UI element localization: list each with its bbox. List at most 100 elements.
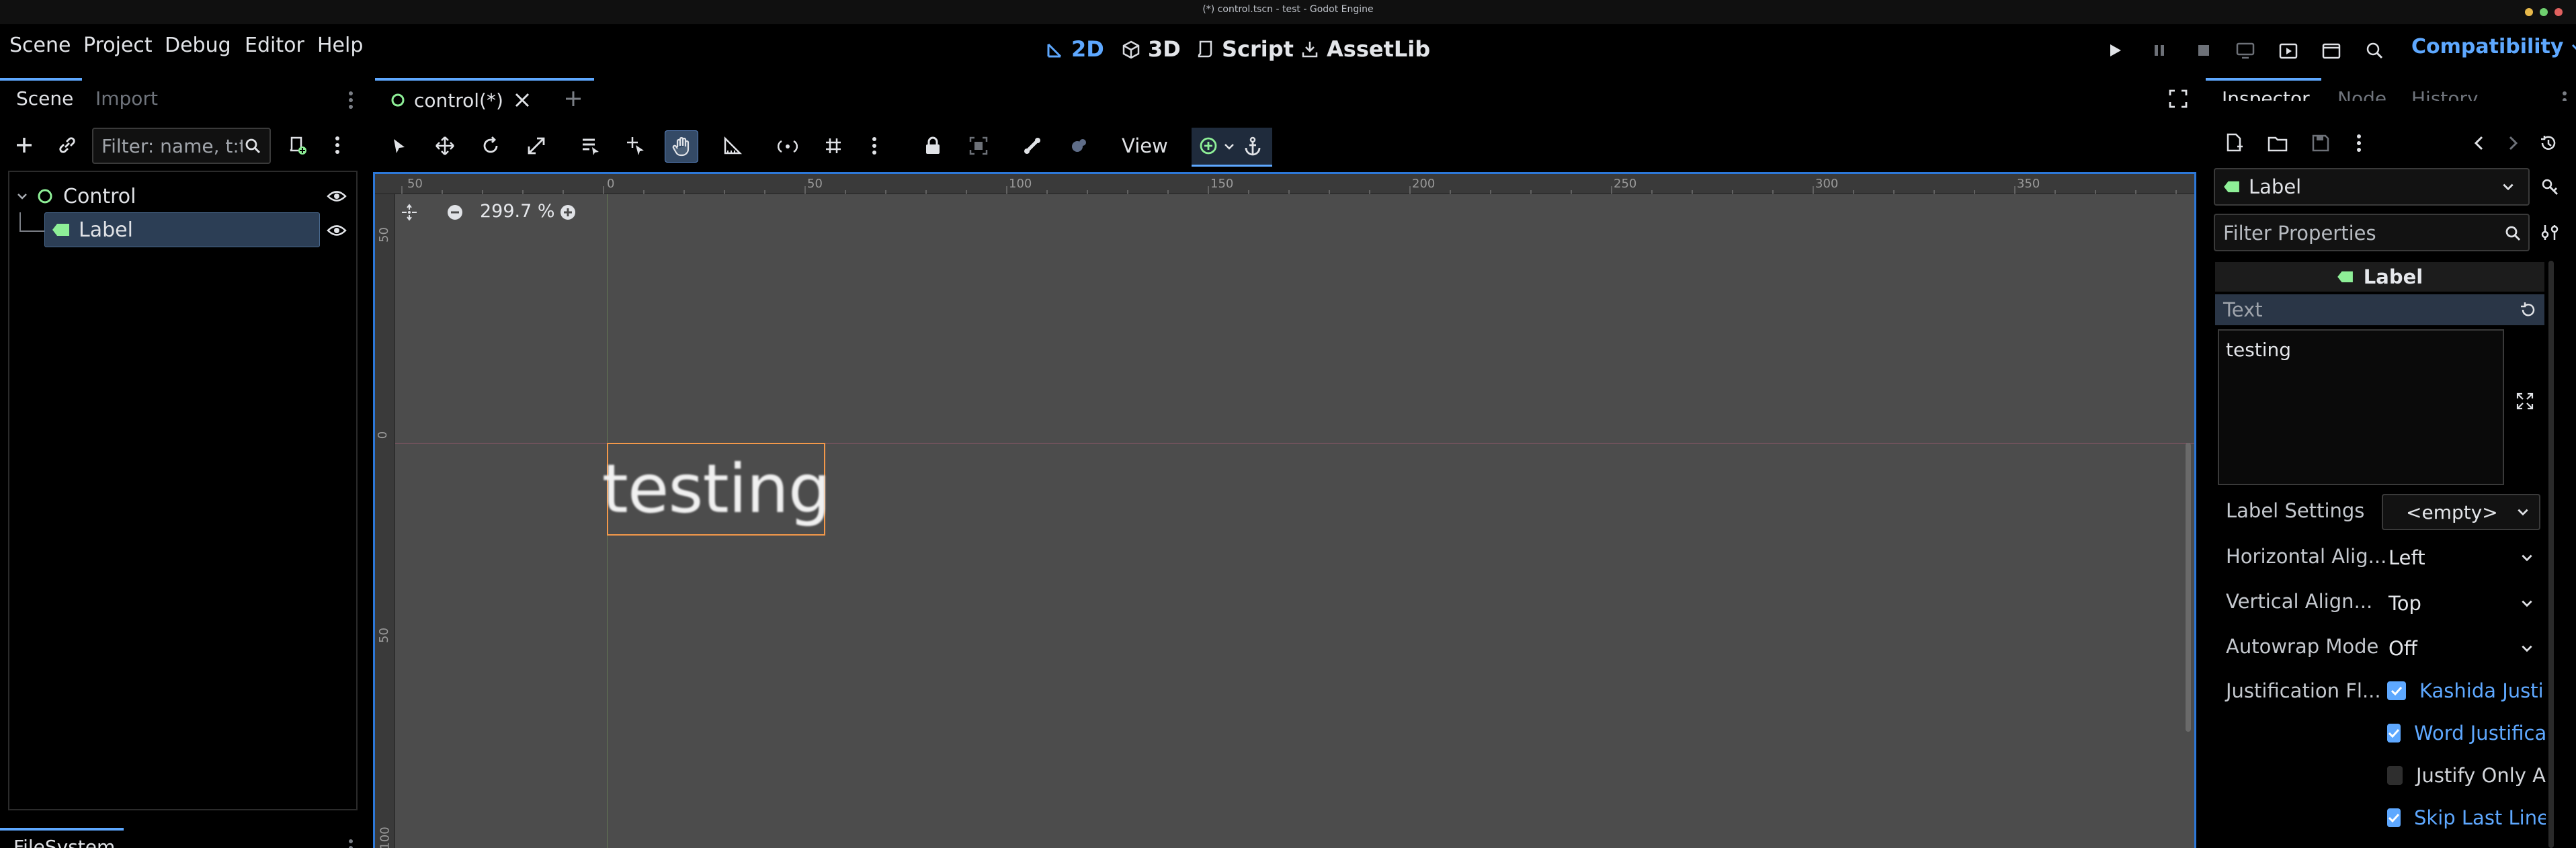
- tree-item-label[interactable]: Label: [44, 212, 320, 247]
- label-node-preview[interactable]: testing: [602, 443, 831, 536]
- section-header-label[interactable]: Label: [2215, 262, 2544, 292]
- renderer-selector[interactable]: Compatibility: [2411, 35, 2576, 58]
- resource-menu-icon[interactable]: [2352, 132, 2366, 155]
- menu-editor[interactable]: Editor: [245, 34, 304, 57]
- minimize-button[interactable]: [2525, 8, 2533, 16]
- attach-script-icon[interactable]: [285, 133, 309, 157]
- chevron-down-icon: [2522, 600, 2532, 607]
- snap-options-icon[interactable]: [868, 134, 881, 157]
- scale-mode-icon[interactable]: [525, 134, 548, 157]
- grid-snap-icon[interactable]: [822, 134, 845, 157]
- new-tab-icon[interactable]: [562, 87, 585, 110]
- center-view-icon[interactable]: [399, 202, 419, 222]
- chevron-down-icon: [2522, 645, 2532, 652]
- view-menu[interactable]: View: [1122, 134, 1168, 157]
- flag-justify-only-after-last-tab[interactable]: Justify Only A: [2387, 757, 2546, 794]
- tab-import[interactable]: Import: [95, 87, 158, 110]
- ruler-tick-label: 0: [376, 431, 390, 439]
- instantiate-link-icon[interactable]: [55, 133, 79, 157]
- pause-icon[interactable]: [2149, 40, 2169, 60]
- zoom-out-icon[interactable]: [445, 202, 465, 222]
- new-resource-icon[interactable]: [2223, 132, 2246, 155]
- select-mode-icon[interactable]: [388, 134, 411, 157]
- main-screen-3d-button[interactable]: 3D: [1121, 36, 1181, 62]
- zoom-level[interactable]: 299.7 %: [480, 201, 555, 222]
- text-property-name: Text: [2223, 298, 2263, 321]
- main-screen-assetlib-button[interactable]: AssetLib: [1300, 36, 1430, 62]
- close-window-button[interactable]: [2554, 8, 2563, 16]
- vertical-scrollbar[interactable]: [2186, 443, 2191, 732]
- horizontal-alignment-select[interactable]: Left: [2388, 539, 2540, 577]
- filesystem-menu-icon[interactable]: [344, 835, 358, 848]
- menu-project[interactable]: Project: [83, 34, 153, 57]
- property-tools-icon[interactable]: [2538, 220, 2562, 245]
- rotate-mode-icon[interactable]: [479, 134, 502, 157]
- autowrap-mode-select[interactable]: Off: [2388, 630, 2540, 667]
- flag-skip-last-line[interactable]: Skip Last Line: [2387, 799, 2546, 837]
- move-mode-icon[interactable]: [433, 134, 456, 157]
- play-custom-scene-icon[interactable]: [2320, 39, 2343, 62]
- zoom-in-icon[interactable]: [558, 202, 578, 222]
- play-scene-icon[interactable]: [2277, 39, 2300, 62]
- inspector-scrollbar[interactable]: [2548, 261, 2554, 848]
- anchor-preset-icon[interactable]: [1197, 134, 1220, 157]
- movie-maker-icon[interactable]: [2363, 39, 2386, 62]
- maximize-button[interactable]: [2540, 8, 2548, 16]
- menu-scene[interactable]: Scene: [9, 34, 71, 57]
- smart-snap-icon[interactable]: [776, 134, 799, 157]
- tree-item-control-label: Control: [63, 184, 136, 208]
- remote-debug-icon[interactable]: [2234, 39, 2257, 62]
- editor-tab-label: control(*): [414, 89, 503, 112]
- close-tab-icon[interactable]: [513, 91, 531, 109]
- stop-icon[interactable]: [2194, 40, 2214, 60]
- particles-icon[interactable]: [1067, 134, 1089, 157]
- canvas-viewport[interactable]: 50 0 50 100 150 200 250 300 350 50 0 50 …: [373, 172, 2196, 848]
- flag-kashida[interactable]: Kashida Justi: [2387, 672, 2546, 710]
- history-forward-icon[interactable]: [2503, 133, 2523, 153]
- bone-icon[interactable]: [1021, 134, 1044, 157]
- play-icon[interactable]: [2105, 40, 2125, 60]
- filter-properties-placeholder: Filter Properties: [2223, 222, 2376, 245]
- text-property-editor[interactable]: testing: [2218, 329, 2504, 485]
- ruler-tick-label: 50: [376, 227, 391, 243]
- text-property-header[interactable]: Text: [2215, 294, 2544, 325]
- label-settings-picker[interactable]: <empty>: [2382, 494, 2540, 530]
- pan-mode-icon[interactable]: [665, 130, 698, 163]
- expand-editor-icon[interactable]: [2513, 390, 2536, 413]
- tree-item-control[interactable]: Control: [9, 179, 356, 214]
- scene-tree-panel: Control Label: [8, 171, 358, 810]
- lock-icon[interactable]: [921, 134, 944, 157]
- flag-word-justification[interactable]: Word Justifica: [2387, 714, 2546, 752]
- node-settings-icon[interactable]: [2538, 175, 2562, 199]
- menu-debug[interactable]: Debug: [165, 34, 231, 57]
- distraction-free-icon[interactable]: [2167, 87, 2190, 110]
- dock-menu-icon[interactable]: [344, 89, 358, 112]
- chevron-down-icon: [2518, 509, 2528, 516]
- revert-icon[interactable]: [2519, 300, 2538, 319]
- group-icon[interactable]: [967, 134, 990, 157]
- list-select-icon[interactable]: [579, 134, 601, 157]
- main-screen-script-button[interactable]: Script: [1195, 36, 1294, 62]
- chevron-down-icon[interactable]: [1221, 138, 1237, 155]
- scene-filter-input[interactable]: Filter: name, t:type, g:group: [92, 128, 271, 164]
- scene-menu-icon[interactable]: [331, 133, 344, 157]
- visibility-eye-icon[interactable]: [327, 187, 347, 205]
- menu-help[interactable]: Help: [317, 34, 363, 57]
- tab-scene[interactable]: Scene: [16, 87, 73, 110]
- main-screen-2d-button[interactable]: 2D: [1044, 36, 1104, 62]
- object-selector[interactable]: Label: [2214, 168, 2530, 206]
- ruler-mode-icon[interactable]: [721, 134, 744, 157]
- save-icon[interactable]: [2309, 132, 2332, 155]
- vertical-alignment-select[interactable]: Top: [2388, 585, 2540, 622]
- anchor-icon[interactable]: [1241, 134, 1264, 157]
- checkbox-checked-icon: [2387, 808, 2401, 827]
- history-back-icon[interactable]: [2469, 133, 2489, 153]
- visibility-eye-icon[interactable]: [327, 222, 347, 239]
- open-folder-icon[interactable]: [2266, 132, 2289, 155]
- tab-filesystem[interactable]: FileSystem: [13, 836, 115, 848]
- object-history-icon[interactable]: [2536, 132, 2559, 155]
- flag-justify-only-label: Justify Only A: [2415, 764, 2546, 787]
- filter-properties-input[interactable]: Filter Properties: [2214, 214, 2530, 251]
- add-node-icon[interactable]: [12, 133, 36, 157]
- pivot-mode-icon[interactable]: [624, 134, 647, 157]
